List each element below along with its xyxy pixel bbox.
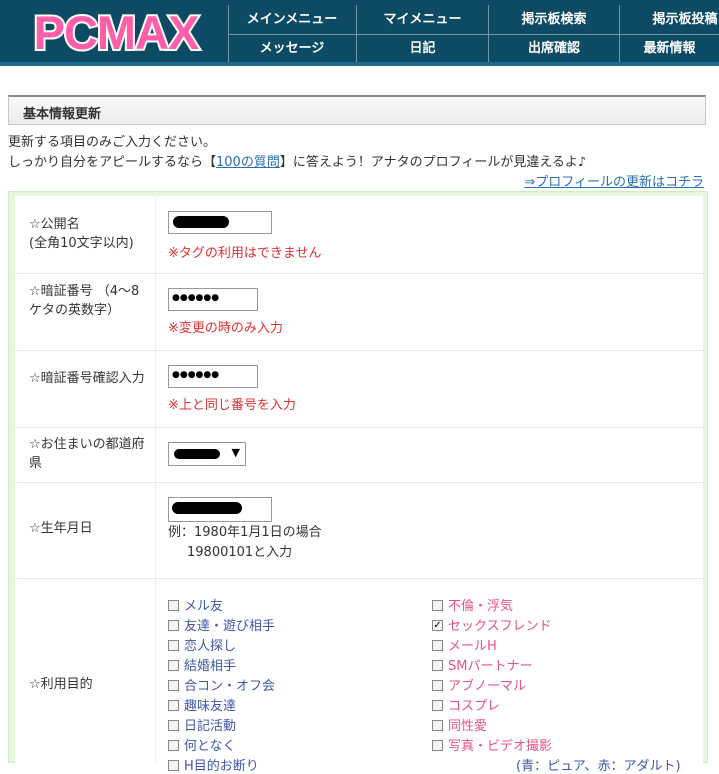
purpose-option-sex-friend[interactable]: ✓ セックスフレンド: [432, 615, 552, 634]
row-birthday: ☆生年月日 例：1980年1月1日の場合 19800101と入力: [15, 483, 703, 579]
purpose-option-cosplay[interactable]: コスプレ: [432, 695, 500, 714]
nav-latest-info[interactable]: 最新情報: [620, 35, 719, 63]
purpose-option-diary[interactable]: 日記活動: [168, 715, 236, 734]
pcmax-logo[interactable]: PCMAX: [10, 6, 222, 60]
nickname-input[interactable]: [168, 211, 272, 234]
checkbox[interactable]: [432, 700, 443, 711]
logo-text: PCMAX: [34, 6, 199, 59]
row-pin-confirm: ☆暗証番号確認入力 ●●●●●● ※上と同じ番号を入力: [15, 351, 703, 428]
purpose-option-hobby[interactable]: 趣味友達: [168, 695, 236, 714]
redacted-mark: [174, 449, 220, 459]
purpose-option-photo-video[interactable]: 写真・ビデオ撮影: [432, 735, 552, 754]
redacted-mark: [173, 216, 229, 228]
prefecture-select[interactable]: ▼: [168, 442, 246, 466]
section-title: 基本情報更新: [23, 107, 102, 122]
pin-note: ※変更の時のみ入力: [168, 321, 283, 336]
checkbox[interactable]: [168, 640, 179, 651]
purpose-option-affair[interactable]: 不倫・浮気: [432, 595, 513, 614]
profile-form: ☆公開名 (全角10文字以内) ※タグの利用はできません ☆暗証番号 （4～8ケ…: [8, 191, 708, 774]
purpose-option-sm-partner[interactable]: SMパートナー: [432, 655, 532, 674]
nav-attendance[interactable]: 出席確認: [489, 35, 619, 63]
pin-confirm-label: ☆暗証番号確認入力: [29, 371, 145, 386]
questions-link[interactable]: 100の質問: [216, 155, 280, 170]
birthday-label: ☆生年月日: [29, 521, 93, 536]
purpose-label: ☆利用目的: [29, 677, 93, 692]
checkbox[interactable]: [168, 740, 179, 751]
pin-input[interactable]: ●●●●●●: [168, 288, 258, 311]
intro-text-post: 】に答えよう！アナタのプロフィールが見違えるよ♪: [279, 155, 587, 170]
row-pin: ☆暗証番号 （4～8ケタの英数字） ●●●●●● ※変更の時のみ入力: [15, 274, 703, 351]
checkbox[interactable]: [432, 600, 443, 611]
redacted-mark: [172, 502, 242, 514]
nav-diary[interactable]: 日記: [357, 35, 488, 63]
checkbox[interactable]: [432, 680, 443, 691]
birthday-input[interactable]: [168, 497, 272, 522]
purpose-option-same-sex[interactable]: 同性愛: [432, 715, 487, 734]
section-header: 基本情報更新: [8, 95, 706, 125]
nickname-label: ☆公開名 (全角10文字以内): [29, 217, 134, 251]
purpose-option-marriage[interactable]: 結婚相手: [168, 655, 236, 674]
nav-board-post[interactable]: 掲示板投稿: [620, 6, 719, 34]
dropdown-arrow-icon: ▼: [231, 446, 240, 459]
nav-board-search[interactable]: 掲示板検索: [489, 6, 619, 34]
pin-confirm-input[interactable]: ●●●●●●: [168, 365, 258, 388]
checkbox[interactable]: [168, 620, 179, 631]
checkbox[interactable]: [168, 760, 179, 771]
row-prefecture: ☆お住まいの都道府県 ▼: [15, 428, 703, 483]
checkbox[interactable]: [168, 700, 179, 711]
purpose-option-group-date[interactable]: 合コン・オフ会: [168, 675, 275, 694]
purpose-option-friend[interactable]: 友達・遊び相手: [168, 615, 275, 634]
intro-line-2: しっかり自分をアピールするなら【100の質問】に答えよう！アナタのプロフィールが…: [8, 151, 586, 170]
purpose-option-no-h[interactable]: H目的お断り: [168, 755, 259, 774]
checkbox-checked[interactable]: ✓: [432, 620, 443, 631]
purpose-option-abnormal[interactable]: アブノーマル: [432, 675, 526, 694]
checkbox[interactable]: [168, 680, 179, 691]
birthday-hint-2: 19800101と入力: [187, 545, 293, 560]
nav-messages[interactable]: メッセージ: [228, 35, 356, 63]
header-divider: [0, 62, 719, 66]
row-purpose: ☆利用目的 メル友 友達・遊び相手 恋人探し 結婚相手 合コン・オフ会 趣味友達…: [15, 579, 703, 774]
purpose-option-partner[interactable]: 恋人探し: [168, 635, 236, 654]
purpose-option-pen-pal[interactable]: メル友: [168, 595, 223, 614]
pin-confirm-note: ※上と同じ番号を入力: [168, 398, 296, 413]
checkbox[interactable]: [432, 640, 443, 651]
checkbox[interactable]: [432, 660, 443, 671]
intro-text-pre: しっかり自分をアピールするなら【: [8, 155, 217, 170]
site-header: PCMAX メインメニュー マイメニュー 掲示板検索 掲示板投稿 メッセージ 日…: [0, 0, 719, 66]
checkbox[interactable]: [168, 660, 179, 671]
checkbox[interactable]: [432, 740, 443, 751]
nav-main-menu[interactable]: メインメニュー: [228, 6, 356, 34]
pin-label: ☆暗証番号 （4～8ケタの英数字）: [29, 284, 140, 318]
row-nickname: ☆公開名 (全角10文字以内) ※タグの利用はできません: [15, 196, 703, 274]
checkbox[interactable]: [168, 720, 179, 731]
purpose-option-mail-h[interactable]: メールH: [432, 635, 497, 654]
nickname-note: ※タグの利用はできません: [168, 246, 322, 261]
purpose-option-casual[interactable]: 何となく: [168, 735, 236, 754]
checkbox[interactable]: [432, 720, 443, 731]
intro-line-1: 更新する項目のみご入力ください。: [8, 135, 217, 150]
nav-my-menu[interactable]: マイメニュー: [357, 6, 488, 34]
checkbox[interactable]: [168, 600, 179, 611]
purpose-legend: (青：ピュア、赤：アダルト): [516, 759, 681, 774]
birthday-hint-1: 例：1980年1月1日の場合: [168, 525, 322, 540]
main-nav: メインメニュー マイメニュー 掲示板検索 掲示板投稿 メッセージ 日記 出席確認…: [228, 5, 719, 62]
profile-update-link[interactable]: ⇒プロフィールの更新はコチラ: [524, 171, 704, 190]
purpose-options: メル友 友達・遊び相手 恋人探し 結婚相手 合コン・オフ会 趣味友達 日記活動 …: [156, 579, 703, 774]
prefecture-label: ☆お住まいの都道府県: [29, 437, 145, 471]
